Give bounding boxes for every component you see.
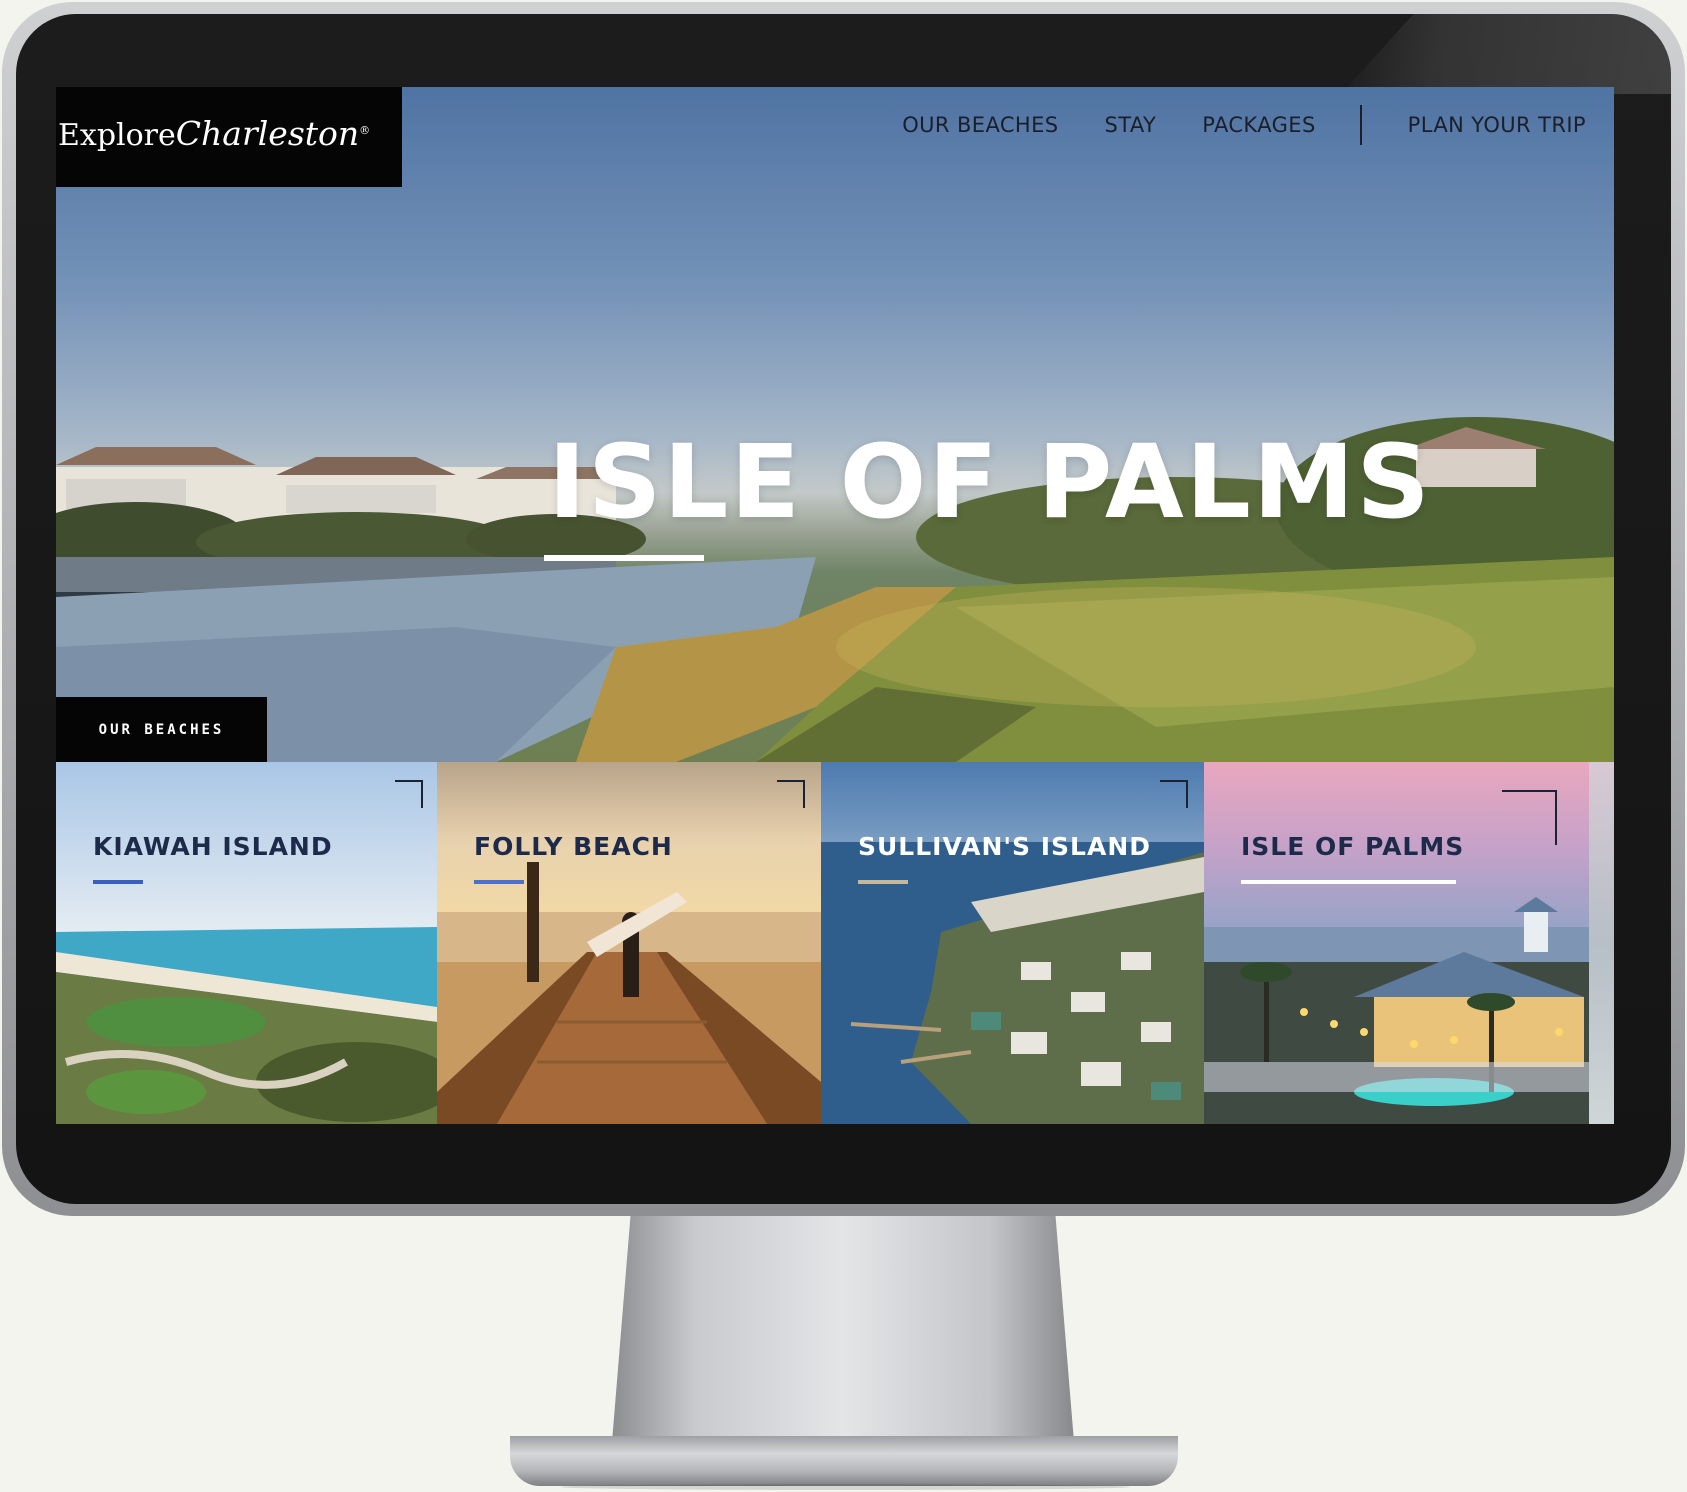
- logo-text: ExploreCharleston®: [58, 114, 370, 153]
- beach-cards: KIAWAH ISLAND FOLLY BEACH SULLIVAN'S ISL…: [56, 762, 1614, 1124]
- nav-stay[interactable]: STAY: [1105, 113, 1157, 137]
- card-underline: [93, 880, 143, 884]
- section-tag: OUR BEACHES: [56, 697, 267, 762]
- site-logo[interactable]: ExploreCharleston®: [56, 87, 402, 187]
- card-image-sullivans: [821, 762, 1204, 1124]
- logo-word-explore: Explore: [58, 117, 176, 153]
- hero-title: ISLE OF PALMS: [548, 423, 1432, 542]
- hero-banner: ExploreCharleston® OUR BEACHES STAY PACK…: [56, 87, 1614, 762]
- monitor-shadow: [560, 1484, 1130, 1490]
- website-screen: ExploreCharleston® OUR BEACHES STAY PACK…: [56, 87, 1614, 1124]
- corner-arrow-icon: [777, 780, 805, 808]
- nav-packages[interactable]: PACKAGES: [1202, 113, 1315, 137]
- card-title: KIAWAH ISLAND: [93, 832, 333, 861]
- main-nav: OUR BEACHES STAY PACKAGES PLAN YOUR TRIP: [856, 87, 1586, 163]
- card-kiawah-island[interactable]: KIAWAH ISLAND: [56, 762, 437, 1124]
- corner-arrow-icon: [395, 780, 423, 808]
- monitor-stand: [612, 1216, 1074, 1442]
- card-image-folly: [437, 762, 821, 1124]
- section-tag-label: OUR BEACHES: [98, 721, 225, 738]
- card-title: FOLLY BEACH: [474, 832, 673, 861]
- card-sullivans-island[interactable]: SULLIVAN'S ISLAND: [821, 762, 1204, 1124]
- card-isle-of-palms[interactable]: ISLE OF PALMS: [1204, 762, 1589, 1124]
- bezel-glare: [1341, 14, 1671, 94]
- card-folly-beach[interactable]: FOLLY BEACH: [437, 762, 821, 1124]
- card-underline: [474, 880, 524, 884]
- logo-registered-mark: ®: [359, 123, 371, 137]
- nav-divider: [1359, 105, 1362, 145]
- card-title: SULLIVAN'S ISLAND: [858, 832, 1152, 861]
- card-underline: [1241, 880, 1456, 884]
- corner-arrow-icon: [1502, 790, 1557, 845]
- card-image-kiawah: [56, 762, 437, 1124]
- card-title: ISLE OF PALMS: [1241, 832, 1465, 861]
- corner-arrow-icon: [1160, 780, 1188, 808]
- monitor-base: [510, 1436, 1178, 1486]
- hero-underline: [544, 555, 704, 561]
- nav-our-beaches[interactable]: OUR BEACHES: [902, 113, 1058, 137]
- nav-plan-your-trip[interactable]: PLAN YOUR TRIP: [1408, 113, 1586, 137]
- card-peek-next: [1589, 762, 1614, 1124]
- card-underline: [858, 880, 908, 884]
- logo-word-charleston: Charleston: [175, 113, 360, 153]
